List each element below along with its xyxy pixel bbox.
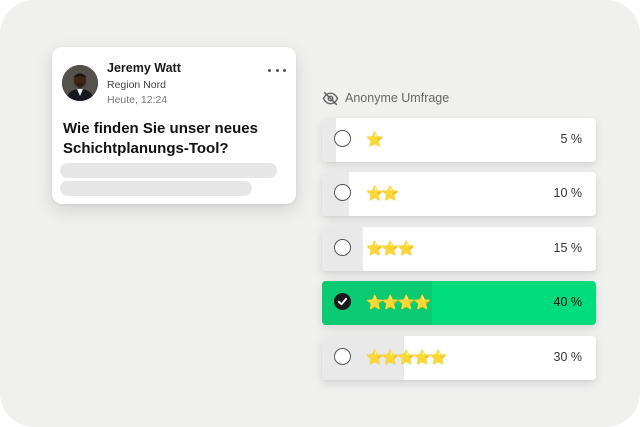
more-options-button[interactable] [268,65,286,75]
star-rating-icons: ⭐⭐⭐⭐ [366,295,431,311]
vote-percentage: 10 % [553,186,583,200]
star-rating-icons: ⭐⭐⭐ [366,241,415,257]
placeholder-line [60,181,252,196]
vote-percentage: 30 % [553,350,583,364]
post-card: Jeremy Watt Region Nord Heute, 12:24 Wie… [52,47,296,204]
star-rating-icons: ⭐ [366,132,383,148]
vote-percentage: 40 % [553,295,583,309]
radio-button[interactable] [334,130,351,147]
background-panel: Jeremy Watt Region Nord Heute, 12:24 Wie… [0,0,640,427]
post-timestamp: Heute, 12:24 [107,94,168,106]
author-region: Region Nord [107,79,166,91]
radio-button-checked[interactable] [334,293,351,310]
radio-button[interactable] [334,348,351,365]
vote-percentage: 5 % [560,132,582,146]
poll-option-1-star[interactable]: ⭐ 5 % [322,118,596,162]
more-horizontal-icon [268,68,271,72]
eye-off-icon [322,91,339,105]
radio-button[interactable] [334,184,351,201]
star-rating-icons: ⭐⭐ [366,186,399,202]
author-name[interactable]: Jeremy Watt [107,61,181,75]
poll-option-5-stars[interactable]: ⭐⭐⭐⭐⭐ 30 % [322,336,596,380]
poll-option-4-stars[interactable]: ⭐⭐⭐⭐ 40 % [322,281,596,325]
placeholder-line [60,163,277,178]
checkmark-icon [337,297,348,306]
author-photo [62,65,98,101]
poll-option-2-stars[interactable]: ⭐⭐ 10 % [322,172,596,216]
poll-header-label: Anonyme Umfrage [345,91,450,105]
poll-header: Anonyme Umfrage [322,89,449,107]
star-rating-icons: ⭐⭐⭐⭐⭐ [366,350,447,366]
poll-question: Wie finden Sie unser neues Schichtplanun… [63,120,258,157]
vote-percentage: 15 % [553,241,583,255]
radio-button[interactable] [334,239,351,256]
poll-option-3-stars[interactable]: ⭐⭐⭐ 15 % [322,227,596,271]
avatar[interactable] [62,65,98,101]
